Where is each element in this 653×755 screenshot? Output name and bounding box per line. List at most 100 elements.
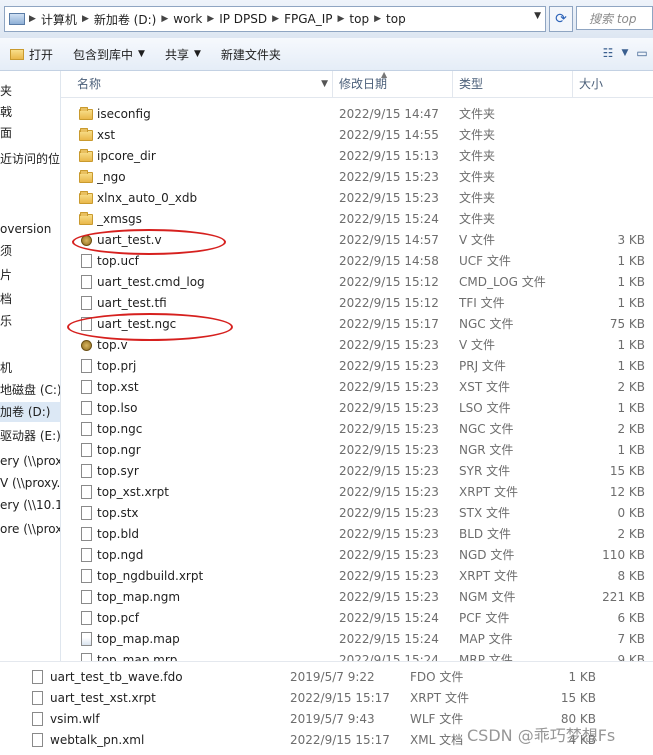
file-name: xst (97, 128, 116, 142)
file-row[interactable]: xlnx_auto_0_xdb 2022/9/15 15:23 文件夹 (61, 188, 653, 209)
file-row[interactable]: iseconfig 2022/9/15 14:47 文件夹 (61, 104, 653, 125)
file-size: 9 KB (617, 653, 645, 661)
file-name: uart_test_tb_wave.fdo (50, 670, 183, 684)
nav-item-videos[interactable]: 须 (0, 241, 60, 261)
include-in-library-button[interactable]: 包含到库中 ▼ (63, 42, 155, 66)
file-row[interactable]: uart_test.tfi 2022/9/15 15:12 TFI 文件 1 KB (61, 293, 653, 314)
chevron-down-icon[interactable]: ▼ (619, 42, 631, 64)
nav-item-music[interactable]: 乐 (0, 311, 60, 331)
nav-item-network-1[interactable]: ery (\\prox (0, 451, 60, 471)
breadcrumb-top[interactable]: top (345, 12, 373, 26)
file-name: top.ngd (97, 548, 144, 562)
file-icon (81, 380, 92, 394)
file-type: PCF 文件 (459, 611, 510, 625)
breadcrumb-chevron-icon[interactable]: ▶ (28, 14, 37, 24)
file-date: 2022/9/15 15:23 (339, 527, 439, 541)
file-row[interactable]: top.xst 2022/9/15 15:23 XST 文件 2 KB (61, 377, 653, 398)
file-size: 1 KB (617, 338, 645, 352)
breadcrumb-work[interactable]: work (169, 12, 206, 26)
file-type: PRJ 文件 (459, 359, 506, 373)
new-folder-button[interactable]: 新建文件夹 (211, 42, 291, 66)
view-options-icon[interactable]: ☷ (597, 42, 619, 64)
nav-item-recent-places[interactable]: 近访问的位置 (0, 149, 60, 169)
breadcrumb-computer[interactable]: 计算机 (37, 11, 81, 28)
file-icon (81, 422, 92, 436)
file-row[interactable]: ipcore_dir 2022/9/15 15:13 文件夹 (61, 146, 653, 167)
file-size: 221 KB (602, 590, 645, 604)
preview-pane-icon[interactable]: ▭ (631, 42, 653, 64)
breadcrumb-fpga-ip[interactable]: FPGA_IP (280, 12, 336, 26)
file-row[interactable]: uart_test.cmd_log 2022/9/15 15:12 CMD_LOG … (61, 272, 653, 293)
file-date: 2022/9/15 15:23 (339, 359, 439, 373)
file-row[interactable]: _ngo 2022/9/15 15:23 文件夹 (61, 167, 653, 188)
nav-item-subversion[interactable]: oversion (0, 219, 60, 239)
file-row[interactable]: top_map.map 2022/9/15 15:24 MAP 文件 7 KB (61, 629, 653, 650)
file-row[interactable]: top_xst.xrpt 2022/9/15 15:23 XRPT 文件 12 KB (61, 482, 653, 503)
nav-item-desktop[interactable]: 面 (0, 123, 60, 143)
nav-item-network-4[interactable]: ore (\\prox (0, 519, 60, 539)
breadcrumb-chevron-icon[interactable]: ▶ (337, 14, 346, 24)
chevron-down-icon[interactable]: ▼ (321, 71, 328, 97)
file-size: 7 KB (617, 632, 645, 646)
file-row[interactable]: top.syr 2022/9/15 15:23 SYR 文件 15 KB (61, 461, 653, 482)
nav-item-network-3[interactable]: ery (\\10.1. (0, 495, 60, 515)
nav-item-pictures[interactable]: 片 (0, 265, 60, 285)
breadcrumb-chevron-icon[interactable]: ▶ (160, 14, 169, 24)
file-row[interactable]: xst 2022/9/15 14:55 文件夹 (61, 125, 653, 146)
file-row[interactable]: top.pcf 2022/9/15 15:24 PCF 文件 6 KB (61, 608, 653, 629)
breadcrumb-chevron-icon[interactable]: ▶ (373, 14, 382, 24)
nav-item-computer[interactable]: 机 (0, 358, 60, 378)
file-row[interactable]: top_map.mrp 2022/9/15 15:24 MRP 文件 9 KB (61, 650, 653, 661)
breadcrumb-top-current[interactable]: top (382, 12, 410, 26)
address-bar[interactable]: ▶ 计算机 ▶ 新加卷 (D:) ▶ work ▶ IP DPSD ▶ FPGA… (4, 6, 546, 32)
file-row[interactable]: top_ngdbuild.xrpt 2022/9/15 15:23 XRPT 文件 8… (61, 566, 653, 587)
file-row[interactable]: top.bld 2022/9/15 15:23 BLD 文件 2 KB (61, 524, 653, 545)
file-date: 2022/9/15 14:58 (339, 254, 439, 268)
file-row[interactable]: top.ngr 2022/9/15 15:23 NGR 文件 1 KB (61, 440, 653, 461)
nav-item-local-disk-c[interactable]: 地磁盘 (C:) (0, 380, 60, 400)
search-input[interactable]: 搜索 top (576, 6, 653, 30)
file-row[interactable]: top_map.ngm 2022/9/15 15:23 NGM 文件 221 KB (61, 587, 653, 608)
file-size (571, 167, 645, 188)
file-type: TFI 文件 (459, 296, 505, 310)
column-header-size[interactable]: 大小 (573, 71, 653, 97)
file-date: 2022/9/15 15:24 (339, 212, 439, 226)
file-row[interactable]: top.ngd 2022/9/15 15:23 NGD 文件 110 KB (61, 545, 653, 566)
file-row[interactable]: _xmsgs 2022/9/15 15:24 文件夹 (61, 209, 653, 230)
file-size (571, 104, 645, 125)
file-size: 1 KB (617, 296, 645, 310)
breadcrumb-chevron-icon[interactable]: ▶ (81, 14, 90, 24)
nav-item-download[interactable]: 戟 (0, 102, 60, 122)
column-header-name[interactable]: 名称 ▼ (71, 71, 333, 97)
file-name: top.ngc (97, 422, 143, 436)
file-size (571, 125, 645, 146)
file-type: 文件夹 (459, 149, 496, 163)
open-button[interactable]: 打开 (0, 42, 63, 66)
file-row[interactable]: top.ngc 2022/9/15 15:23 NGC 文件 2 KB (61, 419, 653, 440)
nav-item-volume-d[interactable]: 加卷 (D:) (0, 402, 60, 422)
file-row[interactable]: uart_test_xst.xrpt 2022/9/15 15:17 XRPT 文件… (0, 688, 653, 709)
breadcrumb-drive-d[interactable]: 新加卷 (D:) (90, 11, 160, 28)
file-row[interactable]: top.stx 2022/9/15 15:23 STX 文件 0 KB (61, 503, 653, 524)
nav-item-drive-e[interactable]: 驱动器 (E:) (0, 426, 60, 446)
breadcrumb-chevron-icon[interactable]: ▶ (271, 14, 280, 24)
refresh-button[interactable]: ⟳ (549, 6, 573, 32)
nav-item-documents[interactable]: 档 (0, 289, 60, 309)
file-date: 2022/9/15 15:23 (339, 401, 439, 415)
file-row[interactable]: uart_test_tb_wave.fdo 2019/5/7 9:22 FDO 文件… (0, 667, 653, 688)
file-date: 2022/9/15 15:23 (339, 380, 439, 394)
address-history-dropdown-icon[interactable]: ▼ (534, 11, 541, 21)
file-size (571, 209, 645, 230)
file-icon (81, 296, 92, 310)
breadcrumb-chevron-icon[interactable]: ▶ (206, 14, 215, 24)
file-row[interactable]: top.prj 2022/9/15 15:23 PRJ 文件 1 KB (61, 356, 653, 377)
column-header-date[interactable]: ▲ 修改日期 (333, 71, 453, 97)
file-name: top.syr (97, 464, 139, 478)
share-button[interactable]: 共享 ▼ (155, 42, 211, 66)
breadcrumb-ip-dpsd[interactable]: IP DPSD (215, 12, 271, 26)
nav-item-network-2[interactable]: V (\\proxy. (0, 473, 60, 493)
nav-item-favorites[interactable]: 夹 (0, 81, 60, 101)
column-header-type[interactable]: 类型 (453, 71, 573, 97)
include-label: 包含到库中 (73, 47, 134, 62)
file-row[interactable]: top.lso 2022/9/15 15:23 LSO 文件 1 KB (61, 398, 653, 419)
